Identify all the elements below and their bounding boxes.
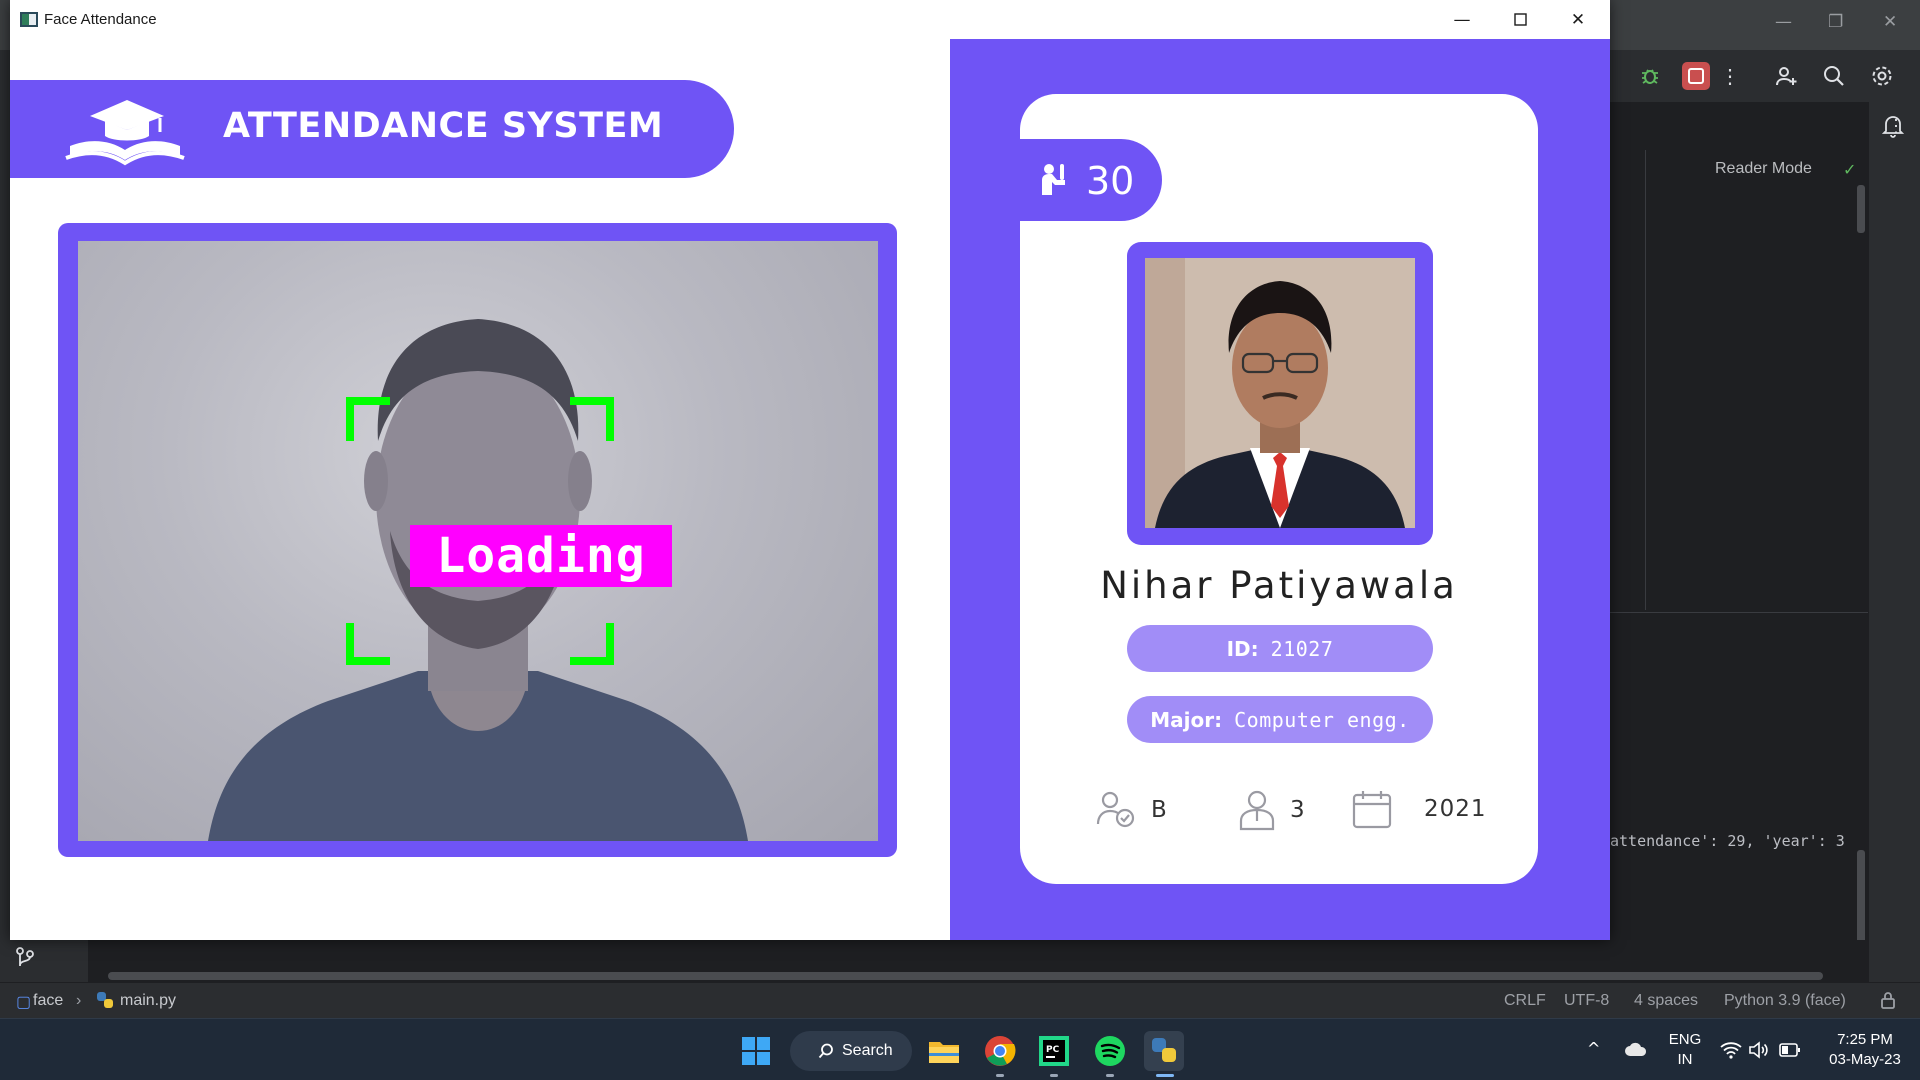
student-photo-frame [1127, 242, 1433, 545]
editor-panel [1610, 102, 1868, 612]
running-indicator [996, 1074, 1004, 1077]
breadcrumb-project[interactable]: face [33, 992, 63, 1010]
webcam-feed: Loading [78, 241, 878, 841]
graduation-book-logo-icon [65, 100, 185, 166]
file-encoding[interactable]: UTF-8 [1564, 992, 1609, 1010]
ide-toolbar: ⋮ [1610, 50, 1920, 102]
python-file-icon [96, 991, 114, 1014]
student-id-pill: ID: 21027 [1127, 625, 1433, 672]
maximize-button[interactable] [1491, 0, 1549, 39]
student-major-pill: Major: Computer engg. [1127, 696, 1433, 743]
year-stat: 3 [1238, 789, 1306, 831]
student-major-value: Computer engg. [1234, 707, 1410, 732]
debug-bug-icon[interactable] [1636, 62, 1664, 90]
webcam-frame: Loading [58, 223, 897, 857]
standing-value: B [1151, 797, 1168, 823]
reader-mode-link[interactable]: Reader Mode [1715, 160, 1812, 178]
face-attendance-window: Face Attendance — ✕ ATTENDANCE SYSTEM Lo… [10, 0, 1610, 940]
pycharm-icon[interactable]: PC [1034, 1031, 1074, 1071]
python-interpreter[interactable]: Python 3.9 (face) [1724, 992, 1846, 1010]
search-icon[interactable] [1820, 62, 1848, 90]
student-user-icon [1239, 790, 1275, 831]
windows-start-icon[interactable] [736, 1031, 776, 1071]
running-indicator [1050, 1074, 1058, 1077]
tray-chevron-up-icon[interactable]: ^ [1587, 1039, 1600, 1058]
bell-icon[interactable] [1881, 114, 1905, 143]
student-info-panel: 30 Nihar Patiyawala ID: 21027 Major: Com… [950, 39, 1610, 940]
loading-status-badge: Loading [410, 525, 672, 587]
python-app-icon[interactable] [1144, 1031, 1184, 1071]
attendance-count-badge: 30 [1020, 139, 1162, 221]
ide-status-bar: ▢ face › main.py CRLF UTF-8 4 spaces Pyt… [0, 982, 1920, 1018]
ide-minimize-icon[interactable]: — [1775, 12, 1792, 32]
taskbar: Search PC ^ ENG IN 7:25 PM 03-May-23 [0, 1018, 1920, 1080]
more-vert-icon[interactable]: ⋮ [1716, 62, 1744, 90]
spotify-icon[interactable] [1090, 1031, 1130, 1071]
search-icon [818, 1043, 833, 1059]
minimize-button[interactable]: — [1433, 0, 1491, 39]
project-icon: ▢ [16, 994, 32, 1011]
indent-setting[interactable]: 4 spaces [1634, 992, 1698, 1010]
standing-stat: B [1095, 789, 1168, 831]
window-title-bar[interactable]: Face Attendance — ✕ [10, 0, 1610, 39]
onedrive-cloud-icon[interactable] [1624, 1041, 1648, 1062]
header-title: ATTENDANCE SYSTEM [223, 106, 664, 146]
horizontal-scrollbar[interactable] [108, 972, 1823, 980]
ide-left-tool-strip [0, 940, 88, 982]
student-card: 30 Nihar Patiyawala ID: 21027 Major: Com… [1020, 94, 1538, 884]
gear-icon[interactable] [1868, 62, 1896, 90]
ide-restore-icon[interactable]: ❐ [1828, 12, 1843, 32]
input-language[interactable]: ENG [1665, 1031, 1705, 1048]
chevron-right-icon: › [76, 992, 82, 1009]
battery-icon[interactable] [1779, 1043, 1801, 1062]
starting-year-value: 2021 [1424, 796, 1487, 822]
lock-icon[interactable] [1880, 991, 1896, 1014]
close-button[interactable]: ✕ [1549, 0, 1607, 39]
year-value: 3 [1290, 797, 1306, 823]
check-icon: ✓ [1843, 162, 1857, 179]
app-window-icon [20, 12, 38, 27]
git-branch-icon[interactable] [14, 946, 36, 975]
add-user-icon[interactable] [1772, 62, 1800, 90]
maximize-icon [1513, 13, 1527, 26]
student-id-value: 21027 [1270, 636, 1334, 661]
student-name: Nihar Patiyawala [1100, 564, 1458, 607]
input-region[interactable]: IN [1665, 1051, 1705, 1068]
stop-icon[interactable] [1682, 62, 1710, 90]
wifi-icon[interactable] [1720, 1041, 1742, 1064]
taskbar-search-button[interactable]: Search [790, 1031, 912, 1071]
total-attendance: 30 [1086, 159, 1135, 203]
active-indicator [1156, 1074, 1174, 1077]
user-check-icon [1096, 791, 1135, 828]
editor-scrollbar[interactable] [1857, 185, 1865, 233]
ide-right-tool-strip: ⋮ [1868, 102, 1920, 982]
window-title: Face Attendance [44, 11, 157, 28]
svg-text:PC: PC [1046, 1045, 1060, 1055]
student-photo [1145, 258, 1415, 528]
console-output-line: attendance': 29, 'year': 3 [1610, 832, 1845, 850]
taskbar-search-label: Search [842, 1042, 893, 1059]
student-major-label: Major: [1150, 707, 1223, 732]
ide-close-icon[interactable]: ✕ [1883, 12, 1897, 32]
running-indicator [1106, 1074, 1114, 1077]
header-banner: ATTENDANCE SYSTEM [10, 80, 734, 178]
breadcrumb-file[interactable]: main.py [120, 992, 176, 1010]
run-console [1610, 612, 1868, 982]
calendar-icon [1352, 791, 1392, 829]
volume-icon[interactable] [1748, 1041, 1768, 1064]
line-ending[interactable]: CRLF [1504, 992, 1546, 1010]
student-id-label: ID: [1226, 636, 1259, 661]
chrome-icon[interactable] [980, 1031, 1020, 1071]
starting-year-stat: 2021 [1352, 789, 1487, 829]
clock-time[interactable]: 7:25 PM [1815, 1031, 1915, 1048]
loading-status-text: Loading [436, 528, 646, 584]
editor-divider [1645, 150, 1646, 610]
clock-date[interactable]: 03-May-23 [1815, 1051, 1915, 1068]
attendance-left-panel: ATTENDANCE SYSTEM Loading [10, 39, 950, 940]
file-explorer-icon[interactable] [924, 1031, 964, 1071]
raised-hand-student-icon [1042, 164, 1065, 195]
